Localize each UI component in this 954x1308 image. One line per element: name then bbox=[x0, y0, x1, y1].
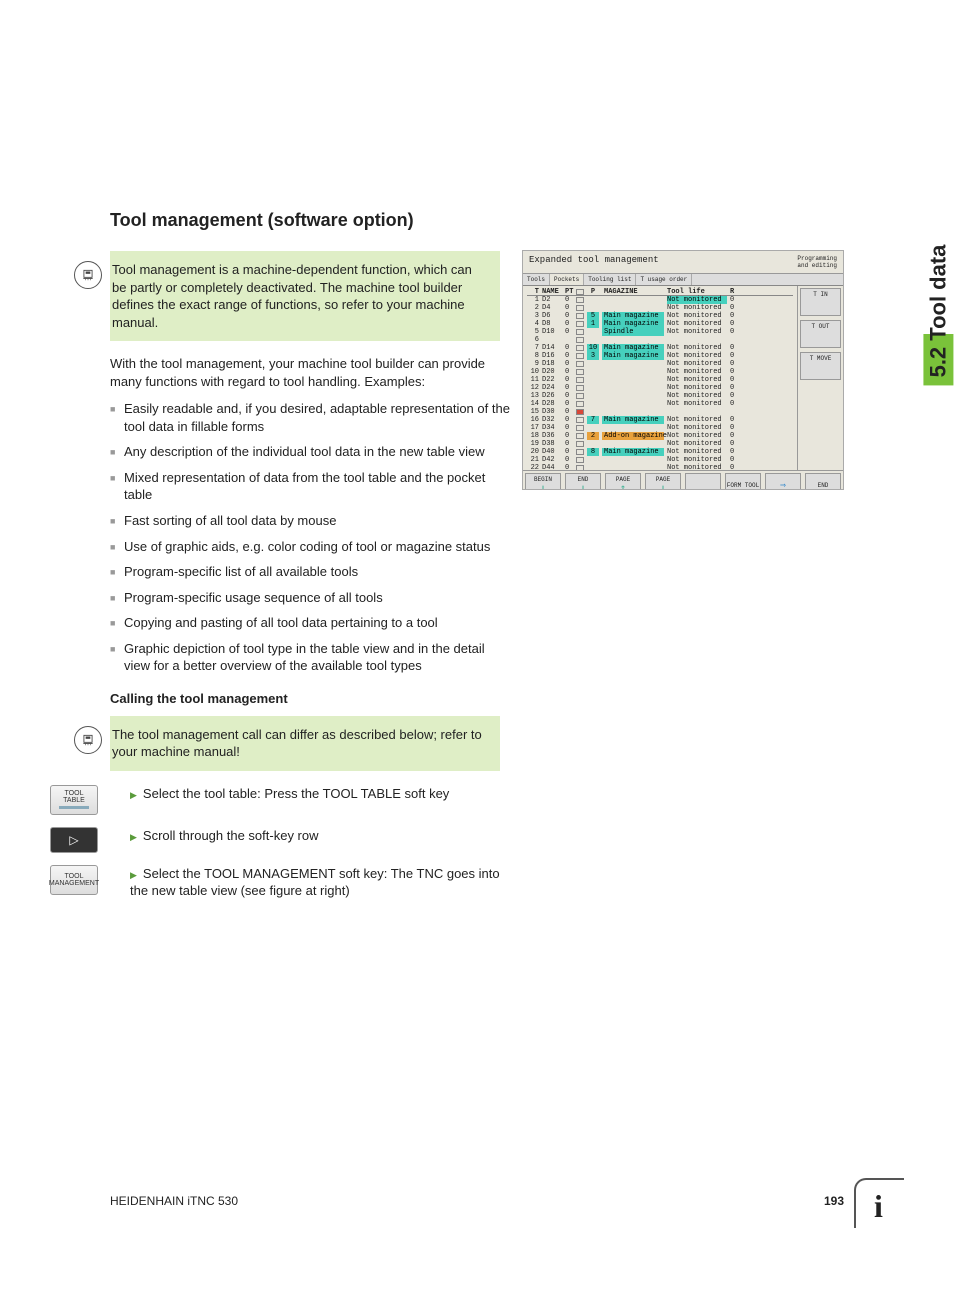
feature-item: Use of graphic aids, e.g. color coding o… bbox=[110, 538, 510, 556]
feature-item: Copying and pasting of all tool data per… bbox=[110, 614, 510, 632]
step-row: TOOLMANAGEMENTSelect the TOOL MANAGEMENT… bbox=[110, 865, 510, 900]
screenshot-table-row: 13D260Not monitored0 bbox=[527, 392, 793, 400]
step-row: ▷Scroll through the soft-key row bbox=[110, 827, 510, 853]
machine-note-callout: Tool management is a machine-dependent f… bbox=[110, 251, 500, 341]
screenshot-tabs: ToolsPocketsTooling listT usage order bbox=[523, 274, 843, 286]
screenshot-footer-softkey[interactable] bbox=[685, 473, 721, 490]
screenshot-footer-softkey[interactable]: END bbox=[805, 473, 841, 490]
screenshot-side-softkey[interactable]: T OUT bbox=[800, 320, 841, 348]
feature-item: Program-specific usage sequence of all t… bbox=[110, 589, 510, 607]
screenshot-table-row: 19D380Not monitored0 bbox=[527, 440, 793, 448]
screenshot-footer-softkey[interactable]: ⇒ bbox=[765, 473, 801, 490]
screenshot-tab[interactable]: Tooling list bbox=[584, 274, 636, 285]
screenshot-footer-softkey[interactable]: BEGIN⇓ bbox=[525, 473, 561, 490]
screenshot-table-row: 5D100SpindleNot monitored0 bbox=[527, 328, 793, 336]
screenshot-table-row: 17D340Not monitored0 bbox=[527, 424, 793, 432]
screenshot-footer-softkey[interactable]: PAGE⇓ bbox=[645, 473, 681, 490]
manual-icon bbox=[74, 261, 102, 289]
screenshot-table-row: 8D1603Main magazineNot monitored0 bbox=[527, 352, 793, 360]
screenshot-footer-softkey[interactable]: END⇓ bbox=[565, 473, 601, 490]
page-number: 193 bbox=[824, 1194, 844, 1208]
screenshot-table-row: 2D40Not monitored0 bbox=[527, 304, 793, 312]
screenshot-side-softkey[interactable]: T MOVE bbox=[800, 352, 841, 380]
screenshot-title: Expanded tool management bbox=[529, 255, 659, 269]
steps-list: TOOLTABLESelect the tool table: Press th… bbox=[110, 785, 510, 900]
screenshot-footer-softkey[interactable]: PAGE⇑ bbox=[605, 473, 641, 490]
step-text: Select the TOOL MANAGEMENT soft key: The… bbox=[130, 865, 510, 900]
screenshot-tab[interactable]: T usage order bbox=[636, 274, 692, 285]
screenshot-table-row: 22D440Not monitored0 bbox=[527, 464, 793, 470]
screenshot-footer-softkeys: BEGIN⇓END⇓PAGE⇑PAGE⇓ FORM TOOL⇒END bbox=[523, 470, 843, 490]
screenshot-table: TNAMEPTPMAGAZINETool lifeR1D20Not monito… bbox=[523, 286, 797, 470]
screenshot-table-row: 18D3602Add-on magazineNot monitored0 bbox=[527, 432, 793, 440]
screenshot-table-row: 12D240Not monitored0 bbox=[527, 384, 793, 392]
screenshot-table-row: 20D4008Main magazineNot monitored0 bbox=[527, 448, 793, 456]
screenshot-side-softkey[interactable]: T IN bbox=[800, 288, 841, 316]
feature-item: Fast sorting of all tool data by mouse bbox=[110, 512, 510, 530]
feature-item: Easily readable and, if you desired, ada… bbox=[110, 400, 510, 435]
page-footer: HEIDENHAIN iTNC 530 193 bbox=[110, 1194, 844, 1208]
step-text: Scroll through the soft-key row bbox=[130, 827, 510, 845]
screenshot-titlebar: Expanded tool management Programming and… bbox=[523, 251, 843, 274]
screenshot-table-row: 1D20Not monitored0 bbox=[527, 296, 793, 304]
screenshot-tab[interactable]: Pockets bbox=[550, 274, 584, 285]
screenshot-table-row: 3D605Main magazineNot monitored0 bbox=[527, 312, 793, 320]
step-row: TOOLTABLESelect the tool table: Press th… bbox=[110, 785, 510, 815]
info-icon: i bbox=[854, 1178, 904, 1228]
tool-management-softkey[interactable]: TOOLMANAGEMENT bbox=[50, 865, 98, 895]
machine-note-callout-2: The tool management call can differ as d… bbox=[110, 716, 500, 771]
step-text: Select the tool table: Press the TOOL TA… bbox=[130, 785, 510, 803]
screenshot-table-row: 10D200Not monitored0 bbox=[527, 368, 793, 376]
section-title: Tool management (software option) bbox=[110, 210, 844, 231]
screenshot-table-row: 6 bbox=[527, 336, 793, 344]
feature-item: Graphic depiction of tool type in the ta… bbox=[110, 640, 510, 675]
screenshot-table-row: 9D180Not monitored0 bbox=[527, 360, 793, 368]
feature-item: Any description of the individual tool d… bbox=[110, 443, 510, 461]
tool-table-softkey[interactable]: TOOLTABLE bbox=[50, 785, 98, 815]
tool-management-screenshot: Expanded tool management Programming and… bbox=[522, 250, 844, 490]
footer-left: HEIDENHAIN iTNC 530 bbox=[110, 1194, 238, 1208]
subheading: Calling the tool management bbox=[110, 691, 844, 706]
screenshot-table-row: 4D801Main magazineNot monitored0 bbox=[527, 320, 793, 328]
scroll-arrow-softkey[interactable]: ▷ bbox=[50, 827, 98, 853]
screenshot-table-row: 16D3207Main magazineNot monitored0 bbox=[527, 416, 793, 424]
screenshot-table-row: 15D300 bbox=[527, 408, 793, 416]
screenshot-table-row: 11D220Not monitored0 bbox=[527, 376, 793, 384]
screenshot-footer-softkey[interactable]: FORM TOOL bbox=[725, 473, 761, 490]
screenshot-table-row: 7D14010Main magazineNot monitored0 bbox=[527, 344, 793, 352]
feature-item: Program-specific list of all available t… bbox=[110, 563, 510, 581]
screenshot-sidebar: T IN T OUT T MOVE bbox=[797, 286, 843, 470]
intro-paragraph: With the tool management, your machine t… bbox=[110, 355, 500, 390]
screenshot-mode: Programming and editing bbox=[797, 255, 837, 269]
manual-icon bbox=[74, 726, 102, 754]
screenshot-table-row: 21D420Not monitored0 bbox=[527, 456, 793, 464]
screenshot-tab[interactable]: Tools bbox=[523, 274, 550, 285]
feature-list: Easily readable and, if you desired, ada… bbox=[110, 400, 510, 675]
callout-text: Tool management is a machine-dependent f… bbox=[112, 261, 486, 331]
feature-item: Mixed representation of data from the to… bbox=[110, 469, 510, 504]
screenshot-table-row: 14D280Not monitored0 bbox=[527, 400, 793, 408]
callout-text: The tool management call can differ as d… bbox=[112, 726, 486, 761]
